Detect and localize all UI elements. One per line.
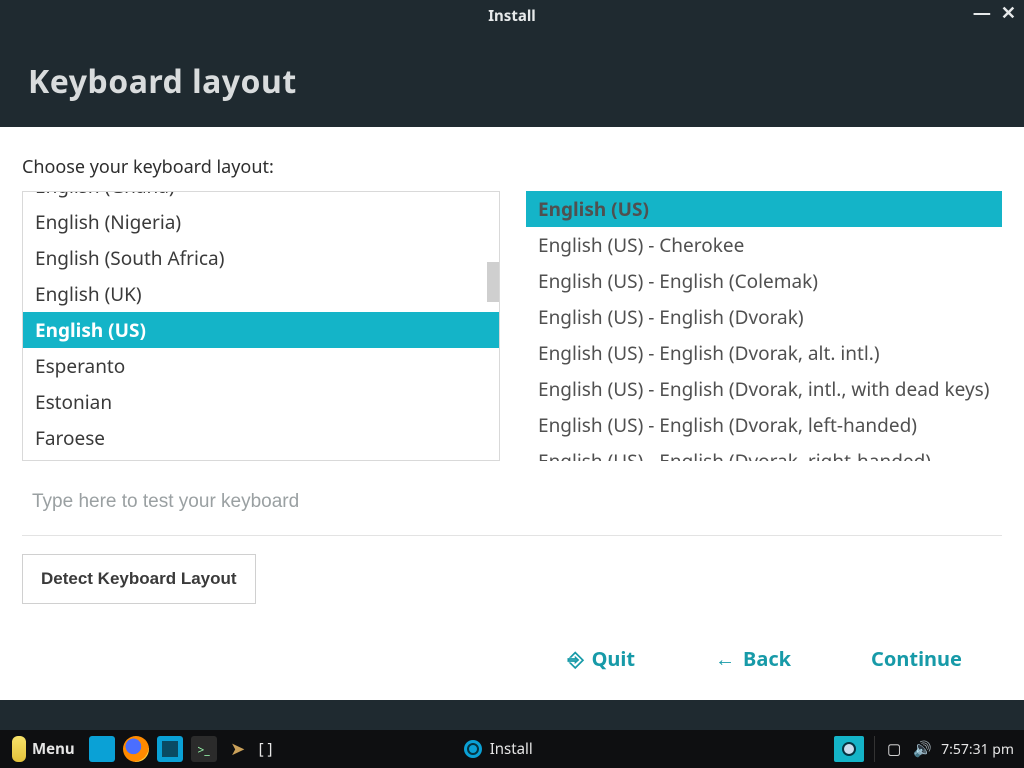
detect-layout-button[interactable]: Detect Keyboard Layout (22, 554, 256, 604)
installer-app-icon (842, 742, 856, 756)
taskbar-right: ▢ 🔊 7:57:31 pm (834, 736, 1024, 762)
layout-item[interactable]: English (Ghana) (23, 192, 499, 204)
separator (874, 736, 875, 762)
layout-lists: English (Ghana) English (Nigeria) Englis… (22, 191, 1002, 461)
test-row (22, 485, 1002, 536)
clock[interactable]: 7:57:31 pm (941, 740, 1014, 759)
show-desktop-icon[interactable] (89, 736, 115, 762)
back-arrow-icon: ← (715, 645, 735, 672)
terminal-icon[interactable]: >_ (191, 736, 217, 762)
file-manager-icon[interactable] (157, 736, 183, 762)
pointer-icon[interactable]: ➤ (225, 736, 251, 762)
menu-label: Menu (32, 739, 75, 759)
quit-icon: ⎆ (568, 645, 584, 672)
variant-item[interactable]: English (US) - English (Colemak) (526, 263, 1002, 299)
variant-item[interactable]: English (US) - English (Dvorak) (526, 299, 1002, 335)
taskbar: Menu >_ ➤ [ ] Install ▢ 🔊 7:57:31 pm (0, 730, 1024, 768)
layout-item[interactable]: Estonian (23, 384, 499, 420)
layout-item[interactable]: Esperanto (23, 348, 499, 384)
keyboard-test-input[interactable] (22, 485, 1002, 519)
detect-row: Detect Keyboard Layout (22, 554, 1002, 604)
firefox-icon[interactable] (123, 736, 149, 762)
continue-label: Continue (871, 645, 962, 672)
layout-item[interactable]: English (South Africa) (23, 240, 499, 276)
workspace-indicator[interactable]: [ ] (259, 739, 273, 759)
taskbar-left: Menu >_ ➤ [ ] (0, 732, 272, 766)
variant-item[interactable]: English (US) - English (Dvorak, alt. int… (526, 335, 1002, 371)
variant-listbox[interactable]: English (US) English (US) - Cherokee Eng… (526, 191, 1002, 461)
variant-item[interactable]: English (US) - English (Dvorak, intl., w… (526, 371, 1002, 407)
prompt-label: Choose your keyboard layout: (22, 155, 1002, 179)
window-footer-strip (0, 700, 1024, 730)
minimize-icon[interactable]: — (973, 4, 991, 22)
content-area: Choose your keyboard layout: English (Gh… (0, 127, 1024, 700)
display-tray-icon[interactable]: ▢ (885, 739, 903, 759)
variant-item[interactable]: English (US) - English (Dvorak, right-ha… (526, 443, 1002, 461)
variant-item[interactable]: English (US) - Cherokee (526, 227, 1002, 263)
quit-button[interactable]: ⎆ Quit (568, 645, 635, 672)
titlebar[interactable]: Install — ✕ (0, 0, 1024, 32)
active-app-indicator[interactable] (834, 736, 864, 762)
taskbar-center: Install (272, 735, 834, 763)
layout-item[interactable]: English (Nigeria) (23, 204, 499, 240)
start-menu-button[interactable]: Menu (6, 732, 81, 766)
distro-icon (12, 736, 26, 762)
installer-app-icon (464, 740, 482, 758)
variant-item-selected[interactable]: English (US) (526, 191, 1002, 227)
close-icon[interactable]: ✕ (1001, 4, 1016, 22)
layout-listbox[interactable]: English (Ghana) English (Nigeria) Englis… (22, 191, 500, 461)
task-install[interactable]: Install (454, 735, 653, 763)
layout-item[interactable]: English (UK) (23, 276, 499, 312)
continue-button[interactable]: Continue (871, 645, 962, 672)
volume-icon[interactable]: 🔊 (913, 739, 931, 759)
scrollbar-thumb[interactable] (487, 262, 499, 302)
back-button[interactable]: ← Back (715, 645, 791, 672)
installer-window: Install — ✕ Keyboard layout Choose your … (0, 0, 1024, 730)
window-controls: — ✕ (973, 4, 1016, 22)
task-label: Install (490, 739, 533, 759)
layout-item[interactable]: Filipino (23, 456, 499, 460)
back-label: Back (743, 645, 791, 672)
quit-label: Quit (592, 645, 635, 672)
variant-item[interactable]: English (US) - English (Dvorak, left-han… (526, 407, 1002, 443)
page-title: Keyboard layout (0, 32, 1024, 127)
window-title: Install (488, 6, 536, 26)
layout-item[interactable]: Faroese (23, 420, 499, 456)
layout-item-selected[interactable]: English (US) (23, 312, 499, 348)
nav-row: ⎆ Quit ← Back Continue (22, 625, 1002, 682)
